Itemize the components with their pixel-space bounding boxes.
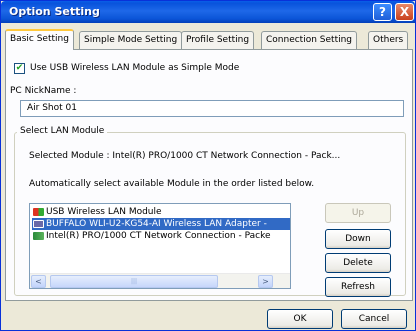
refresh-button[interactable]: Refresh bbox=[325, 277, 391, 297]
scroll-right-button[interactable]: > bbox=[258, 275, 273, 288]
basic-setting-panel: ✔ Use USB Wireless LAN Module as Simple … bbox=[5, 49, 413, 301]
tab-basic-setting[interactable]: Basic Setting bbox=[5, 29, 74, 50]
delete-button[interactable]: Delete bbox=[325, 253, 391, 273]
nickname-input[interactable]: Air Shot 01 bbox=[20, 100, 404, 117]
tab-connection-setting[interactable]: Connection Setting bbox=[261, 31, 358, 49]
title-bar[interactable]: Option Setting ? X bbox=[1, 1, 415, 23]
simple-mode-checkbox[interactable]: ✔ bbox=[14, 63, 25, 74]
selected-module-text: Selected Module : Intel(R) PRO/1000 CT N… bbox=[29, 151, 341, 161]
module-label: BUFFALO WLI-U2-KG54-AI Wireless LAN Adap… bbox=[46, 219, 267, 229]
nickname-label: PC NickName : bbox=[10, 86, 77, 96]
tab-profile-setting[interactable]: Profile Setting bbox=[181, 31, 255, 49]
tab-others[interactable]: Others bbox=[368, 31, 409, 49]
list-item[interactable]: BUFFALO WLI-U2-KG54-AI Wireless LAN Adap… bbox=[32, 218, 290, 230]
close-button[interactable]: X bbox=[395, 3, 414, 21]
window-title: Option Setting bbox=[9, 5, 100, 18]
network-card-icon bbox=[33, 232, 44, 240]
down-button[interactable]: Down bbox=[325, 229, 391, 249]
module-list[interactable]: USB Wireless LAN Module BUFFALO WLI-U2-K… bbox=[29, 203, 291, 289]
option-setting-window: Option Setting ? X Basic Setting Simple … bbox=[0, 0, 416, 331]
cancel-button[interactable]: Cancel bbox=[341, 309, 407, 329]
scroll-left-button[interactable]: < bbox=[31, 275, 46, 288]
up-button[interactable]: Up bbox=[325, 203, 391, 223]
help-button[interactable]: ? bbox=[373, 3, 392, 21]
auto-select-text: Automatically select available Module in… bbox=[29, 179, 315, 189]
select-lan-module-group: Select LAN Module Selected Module : Inte… bbox=[14, 126, 406, 297]
module-label: USB Wireless LAN Module bbox=[46, 207, 162, 217]
usb-wlan-icon bbox=[33, 208, 44, 216]
list-item[interactable]: USB Wireless LAN Module bbox=[32, 206, 290, 218]
wlan-adapter-icon bbox=[33, 220, 44, 228]
module-label: Intel(R) PRO/1000 CT Network Connection … bbox=[46, 231, 271, 241]
simple-mode-label: Use USB Wireless LAN Module as Simple Mo… bbox=[30, 63, 240, 73]
list-item[interactable]: Intel(R) PRO/1000 CT Network Connection … bbox=[32, 230, 290, 242]
group-title: Select LAN Module bbox=[17, 126, 108, 136]
ok-button[interactable]: OK bbox=[267, 309, 333, 329]
scroll-thumb[interactable]: ||| bbox=[50, 275, 218, 288]
tab-strip: Basic Setting Simple Mode Setting Profil… bbox=[5, 29, 415, 50]
tab-simple-mode-setting[interactable]: Simple Mode Setting bbox=[79, 31, 183, 49]
horizontal-scrollbar[interactable]: < ||| > bbox=[30, 273, 290, 288]
